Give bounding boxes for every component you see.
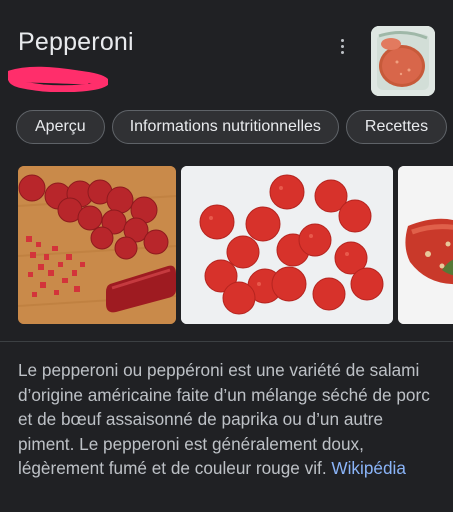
tab-bar: Aperçu Informations nutritionnelles Rece… (16, 110, 448, 146)
tab-nutrition[interactable]: Informations nutritionnelles (111, 110, 339, 144)
more-vertical-icon-dot (340, 44, 344, 48)
tab-recettes[interactable]: Recettes (345, 110, 448, 144)
image-sliced-pepperoni-board[interactable] (18, 166, 176, 324)
thumbnail-image[interactable] (371, 26, 435, 96)
pepperoni-thumbnail-icon (371, 26, 435, 96)
image-pepperoni-stick[interactable] (398, 166, 453, 324)
knowledge-panel: Pepperoni Aperçu Informations nutritionn… (0, 0, 453, 512)
sliced-pepperoni-image-icon (18, 166, 176, 324)
wikipedia-link[interactable]: Wikipédia (331, 458, 406, 478)
pepperoni-stick-image-icon (398, 166, 453, 324)
image-carousel (18, 166, 453, 324)
pepperoni-slices-image-icon (181, 166, 393, 324)
description-text: Le pepperoni ou peppéroni est une variét… (18, 358, 438, 481)
section-divider (0, 341, 453, 342)
more-vertical-icon-dot (340, 50, 344, 54)
more-options-button[interactable] (332, 34, 352, 58)
tab-apercu[interactable]: Aperçu (16, 110, 105, 144)
page-title: Pepperoni (18, 28, 134, 56)
image-pepperoni-slices-white[interactable] (181, 166, 393, 324)
redaction-scribble (8, 66, 108, 92)
more-vertical-icon (340, 38, 344, 42)
